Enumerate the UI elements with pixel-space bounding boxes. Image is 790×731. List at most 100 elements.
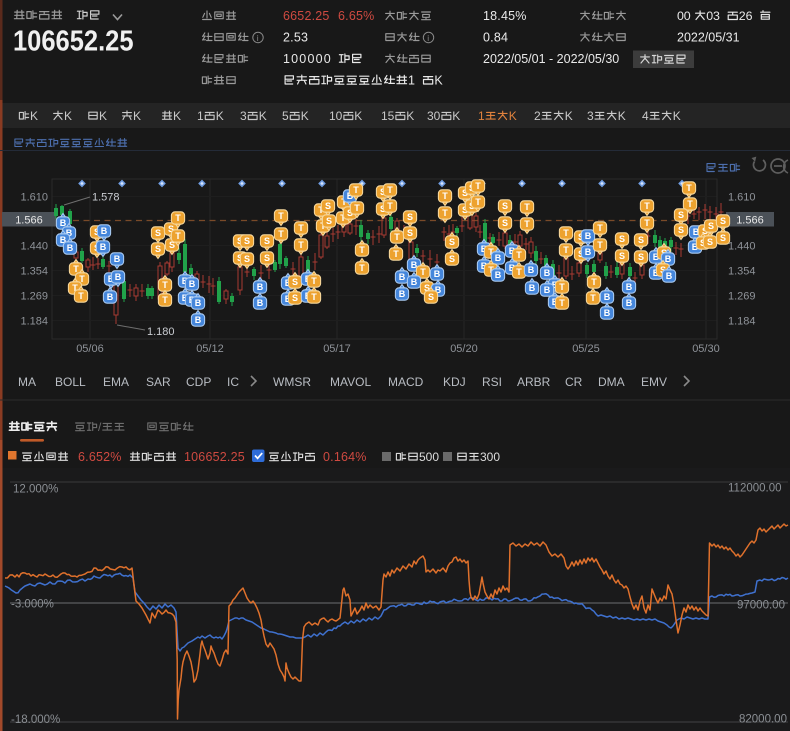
svg-text:05/30: 05/30 <box>692 343 720 355</box>
svg-text:B: B <box>585 231 592 241</box>
svg-text:T: T <box>359 263 365 273</box>
svg-text:05/20: 05/20 <box>450 343 478 355</box>
svg-text:BOLL: BOLL <box>55 375 86 389</box>
svg-text:1: 1 <box>408 74 415 88</box>
svg-text:T: T <box>359 245 365 255</box>
svg-text:S: S <box>502 201 508 211</box>
svg-text:-18.000%: -18.000% <box>11 714 60 726</box>
svg-text:T: T <box>387 185 393 195</box>
svg-text:B: B <box>189 279 196 289</box>
svg-text:2.53: 2.53 <box>283 31 308 45</box>
svg-text:MACD: MACD <box>388 375 424 389</box>
svg-text:4: 4 <box>642 109 649 123</box>
svg-text:1.566: 1.566 <box>736 215 764 227</box>
svg-text:K: K <box>30 109 38 123</box>
svg-text:S: S <box>678 225 684 235</box>
svg-text:00: 00 <box>677 9 691 23</box>
svg-text:T: T <box>644 201 650 211</box>
svg-text:0.164%: 0.164% <box>323 450 367 464</box>
svg-text:2022/05/01 - 2022/05/30: 2022/05/01 - 2022/05/30 <box>483 52 619 66</box>
svg-text:B: B <box>626 282 633 292</box>
svg-text:T: T <box>311 292 317 302</box>
svg-text:MA: MA <box>18 375 36 389</box>
svg-text:B: B <box>114 254 121 264</box>
svg-text:T: T <box>563 245 569 255</box>
svg-text:T: T <box>597 240 603 250</box>
svg-text:T: T <box>686 183 692 193</box>
svg-text:1.578: 1.578 <box>92 192 120 204</box>
svg-text:05/25: 05/25 <box>572 343 600 355</box>
svg-text:5: 5 <box>282 109 289 123</box>
svg-text:T: T <box>311 276 317 286</box>
svg-text:T: T <box>354 203 360 213</box>
svg-text:300: 300 <box>480 450 500 464</box>
svg-text:B: B <box>434 269 441 279</box>
svg-text:SAR: SAR <box>146 375 171 389</box>
svg-text:S: S <box>407 228 413 238</box>
svg-text:T: T <box>394 232 400 242</box>
svg-text:B: B <box>495 270 502 280</box>
svg-text:T: T <box>175 213 181 223</box>
svg-text:RSI: RSI <box>482 375 502 389</box>
svg-text:T: T <box>475 181 481 191</box>
svg-text:T: T <box>524 219 530 229</box>
svg-text:3: 3 <box>240 109 247 123</box>
svg-text:1.184: 1.184 <box>21 316 49 328</box>
svg-text:10: 10 <box>329 109 343 123</box>
svg-text:S: S <box>264 253 270 263</box>
svg-text:T: T <box>597 223 603 233</box>
svg-text:500: 500 <box>419 450 439 464</box>
svg-text:B: B <box>399 289 406 299</box>
svg-text:97000.00: 97000.00 <box>737 600 785 612</box>
svg-text:K: K <box>133 109 141 123</box>
svg-text:T: T <box>298 223 304 233</box>
svg-text:B: B <box>399 272 406 282</box>
svg-text:1.354: 1.354 <box>21 266 49 278</box>
svg-text:B: B <box>529 283 536 293</box>
svg-text:1.610: 1.610 <box>21 192 49 204</box>
svg-text:S: S <box>407 212 413 222</box>
svg-text:B: B <box>101 226 108 236</box>
svg-text:B: B <box>665 254 672 264</box>
svg-text:S: S <box>264 236 270 246</box>
svg-text:B: B <box>495 253 502 263</box>
svg-text:1.440: 1.440 <box>728 241 756 253</box>
svg-text:T: T <box>559 282 565 292</box>
svg-text:26: 26 <box>739 9 753 23</box>
svg-text:-3.000%: -3.000% <box>11 599 54 611</box>
svg-text:T: T <box>420 267 426 277</box>
svg-text:EMV: EMV <box>641 375 667 389</box>
svg-text:2: 2 <box>534 109 541 123</box>
svg-text:S: S <box>619 234 625 244</box>
svg-text:B: B <box>67 243 74 253</box>
svg-text:12.000%: 12.000% <box>13 484 58 496</box>
svg-text:i: i <box>257 33 259 43</box>
svg-text:T: T <box>162 295 168 305</box>
svg-text:K: K <box>64 109 72 123</box>
svg-text:S: S <box>325 201 331 211</box>
svg-text:DMA: DMA <box>598 375 625 389</box>
svg-text:B: B <box>585 247 592 257</box>
svg-text:T: T <box>278 211 284 221</box>
svg-text:T: T <box>78 291 84 301</box>
svg-text:EMA: EMA <box>103 375 129 389</box>
svg-text:K: K <box>301 109 309 123</box>
svg-text:2022/05/31: 2022/05/31 <box>677 31 740 45</box>
svg-text:B: B <box>115 272 122 282</box>
svg-text:1: 1 <box>478 109 485 123</box>
svg-text:T: T <box>393 249 399 259</box>
svg-text:WMSR: WMSR <box>273 375 311 389</box>
svg-text:ARBR: ARBR <box>517 375 551 389</box>
svg-text:05/12: 05/12 <box>196 343 224 355</box>
svg-text:03: 03 <box>706 9 720 23</box>
svg-text:6.65%: 6.65% <box>338 9 374 23</box>
svg-text:T: T <box>442 208 448 218</box>
svg-text:B: B <box>604 292 611 302</box>
svg-text:B: B <box>528 265 535 275</box>
svg-text:S: S <box>678 210 684 220</box>
svg-text:B: B <box>195 298 202 308</box>
svg-text:6.652%: 6.652% <box>78 450 122 464</box>
svg-text:6652.25: 6652.25 <box>283 9 330 23</box>
svg-text:T: T <box>516 250 522 260</box>
svg-text:T: T <box>516 267 522 277</box>
